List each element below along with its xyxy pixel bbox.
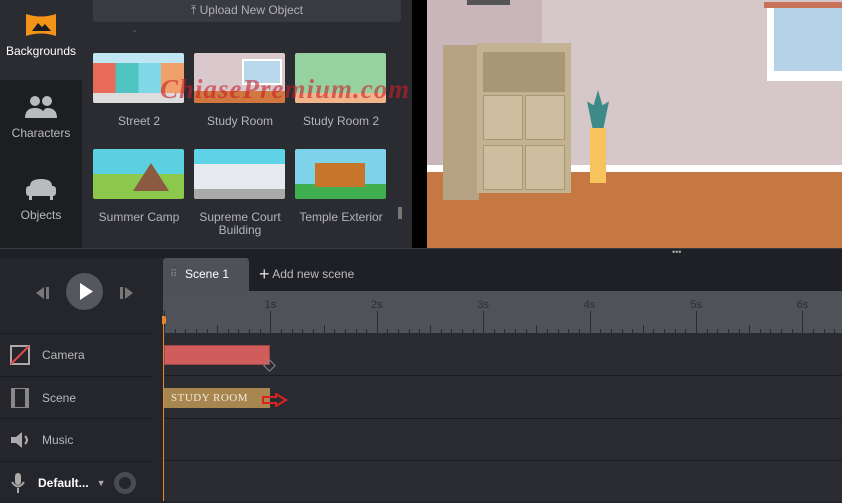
ruler-tick — [376, 311, 378, 333]
tab-label: Scene 1 — [185, 267, 230, 281]
timeline-controls: Camera Scene Music Default... ▼ — [0, 258, 163, 501]
ruler-tick — [749, 325, 751, 333]
ruler-tick — [589, 311, 591, 333]
ruler-tick — [696, 311, 697, 333]
characters-icon — [25, 96, 57, 118]
drag-handle-icon[interactable]: ⠿ — [170, 258, 177, 291]
scene-preview-canvas[interactable] — [427, 0, 842, 248]
ruler-tick — [430, 325, 431, 333]
sidebar-item-label: Objects — [20, 208, 62, 222]
microphone-select[interactable]: Default... — [38, 476, 89, 490]
background-label: Street 2 — [117, 114, 161, 128]
background-label: Supreme Court Building — [199, 210, 281, 237]
arrow-right-icon — [262, 393, 289, 407]
microphone-icon — [11, 472, 25, 493]
play-icon — [80, 283, 93, 300]
ruler-tick — [323, 325, 325, 333]
camera-clip[interactable] — [164, 345, 271, 365]
chevron-down-icon[interactable]: ▼ — [97, 478, 106, 488]
track-label: Music — [42, 432, 74, 447]
scene-clip[interactable]: STUDY ROOM — [164, 388, 271, 408]
ruler-tick — [642, 325, 644, 333]
background-thumb-summer-camp[interactable] — [93, 149, 184, 199]
divider — [412, 0, 427, 248]
upload-icon: ⤒ — [190, 3, 200, 17]
ruler-label: 5s — [690, 299, 702, 311]
objects-icon — [26, 179, 56, 200]
timeline-ruler[interactable]: 1s 2s 3s 4s 5s 6s — [163, 291, 842, 333]
track-label: Camera — [42, 347, 85, 362]
ruler-label: 3s — [477, 299, 489, 311]
ruler-tick — [483, 311, 485, 333]
track-voice[interactable]: Default... ▼ — [0, 461, 152, 503]
speaker-icon — [11, 431, 28, 448]
play-button[interactable] — [66, 273, 103, 310]
backgrounds-panel: ⤒ Upload New Object - Street 2 Study Roo… — [82, 0, 412, 248]
track-label: Scene — [42, 390, 77, 405]
ruler-tick — [536, 325, 538, 333]
panel-resize-handle[interactable]: ••• — [0, 248, 842, 258]
ruler-label: 2s — [370, 299, 383, 311]
background-label: Study Room — [206, 114, 274, 128]
scrollbar[interactable] — [398, 207, 402, 219]
plus-icon: + — [259, 264, 270, 284]
ruler-label: 1s — [264, 299, 277, 311]
background-thumb-temple-exterior[interactable] — [295, 149, 386, 199]
sidebar-item-label: Backgrounds — [5, 44, 77, 58]
track-scene[interactable]: Scene — [0, 376, 152, 418]
record-button[interactable] — [113, 471, 136, 494]
backgrounds-icon — [26, 14, 56, 36]
add-new-scene-button[interactable]: + Add new scene — [259, 258, 354, 291]
scene-tabs: ⠿ Scene 1 + Add new scene — [163, 258, 842, 291]
tab-scene-1[interactable]: ⠿ Scene 1 — [163, 258, 249, 291]
ruler-label: 6s — [796, 299, 809, 311]
film-icon — [11, 387, 29, 408]
sidebar-item-characters[interactable]: Characters — [0, 86, 82, 166]
add-scene-label: Add new scene — [272, 267, 355, 281]
camera-icon — [10, 344, 30, 365]
background-label: Study Room 2 — [302, 114, 380, 128]
timeline-tracks: STUDY ROOM — [163, 333, 842, 501]
sidebar: Backgrounds Characters Objects — [0, 0, 82, 248]
previous-frame-icon[interactable] — [34, 286, 50, 300]
background-label: Summer Camp — [98, 210, 180, 224]
background-label: Temple Exterior — [299, 210, 383, 224]
watermark: ChiasePremium.com — [160, 74, 411, 104]
upload-label: Upload New Object — [199, 3, 304, 17]
track-music[interactable]: Music — [0, 418, 152, 460]
playhead[interactable] — [162, 316, 166, 501]
ruler-label: 4s — [583, 299, 596, 311]
sidebar-item-objects[interactable]: Objects — [0, 170, 82, 250]
ruler-tick — [217, 325, 219, 333]
upload-button[interactable]: ⤒ Upload New Object — [93, 0, 401, 22]
background-thumb-supreme-court-building[interactable] — [194, 149, 285, 199]
sidebar-item-label: Characters — [11, 126, 71, 140]
ruler-tick — [270, 311, 272, 333]
sidebar-item-backgrounds[interactable]: Backgrounds — [0, 0, 82, 80]
ruler-tick — [802, 311, 804, 333]
separator: - — [133, 26, 137, 37]
track-camera[interactable]: Camera — [0, 333, 152, 375]
next-frame-icon[interactable] — [119, 286, 135, 300]
